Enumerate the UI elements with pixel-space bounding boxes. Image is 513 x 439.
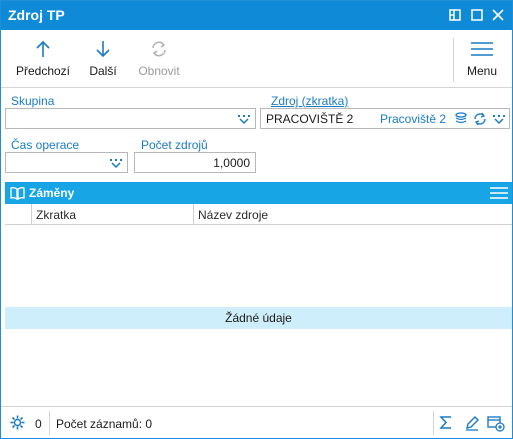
row-indicator-header bbox=[5, 204, 32, 225]
source-count-label: Počet zdrojů bbox=[141, 138, 208, 152]
selection-gear-icon[interactable] bbox=[10, 415, 25, 430]
source-count-value: 1,0000 bbox=[213, 156, 250, 170]
empty-message: Žádné údaje bbox=[5, 307, 512, 329]
source-name[interactable]: Pracoviště 2 bbox=[380, 112, 446, 126]
dropdown-icon[interactable] bbox=[492, 112, 506, 126]
toolbar-divider bbox=[453, 38, 454, 82]
previous-button[interactable]: Předchozí bbox=[13, 38, 73, 84]
edit-pencil-icon[interactable] bbox=[464, 415, 480, 431]
close-icon[interactable] bbox=[489, 6, 507, 24]
window-title: Zdroj TP bbox=[8, 7, 65, 23]
restore-icon[interactable] bbox=[446, 6, 464, 24]
column-header-zkratka[interactable]: Zkratka bbox=[32, 204, 194, 225]
grid-body[interactable]: Žádné údaje bbox=[5, 225, 512, 405]
source-label: Zdroj (zkratka) bbox=[271, 94, 349, 108]
grid-header: Zkratka Název zdroje bbox=[5, 204, 512, 225]
swap-icon[interactable] bbox=[473, 112, 487, 126]
menu-label: Menu bbox=[466, 64, 498, 78]
status-bar: 0 Počet záznamů: 0 bbox=[1, 406, 512, 438]
selected-count: 0 bbox=[35, 417, 42, 431]
refresh-icon bbox=[152, 41, 166, 57]
maximize-icon[interactable] bbox=[468, 6, 486, 24]
panel-title: Záměny bbox=[29, 186, 75, 200]
operation-time-select[interactable] bbox=[5, 152, 128, 173]
hamburger-menu-icon bbox=[471, 42, 493, 56]
record-count: Počet záznamů: 0 bbox=[56, 417, 153, 431]
window: Zdroj TP Předchozí Další Obnovit Menu Sk… bbox=[0, 0, 513, 439]
panel-header: Záměny bbox=[5, 182, 512, 204]
refresh-button[interactable]: Obnovit bbox=[131, 38, 187, 84]
title-bar: Zdroj TP bbox=[1, 1, 512, 30]
refresh-label: Obnovit bbox=[138, 64, 180, 78]
panel-menu-icon[interactable] bbox=[489, 186, 509, 200]
stack-icon[interactable] bbox=[454, 112, 468, 126]
next-label: Další bbox=[89, 64, 117, 78]
menu-button[interactable]: Menu bbox=[461, 38, 503, 84]
source-count-input[interactable]: 1,0000 bbox=[134, 152, 256, 173]
arrow-down-icon bbox=[96, 41, 110, 58]
group-label: Skupina bbox=[11, 94, 55, 108]
status-divider bbox=[49, 411, 50, 435]
toolbar: Předchozí Další Obnovit Menu bbox=[1, 30, 512, 88]
source-field[interactable]: PRACOVIŠTĚ 2 Pracoviště 2 bbox=[260, 108, 510, 129]
operation-time-label: Čas operace bbox=[11, 138, 80, 152]
source-value: PRACOVIŠTĚ 2 bbox=[266, 112, 354, 126]
next-button[interactable]: Další bbox=[81, 38, 125, 84]
previous-label: Předchozí bbox=[15, 64, 71, 78]
dropdown-icon[interactable] bbox=[237, 112, 251, 126]
book-icon bbox=[10, 187, 25, 200]
sum-icon[interactable] bbox=[439, 415, 453, 430]
group-select[interactable] bbox=[5, 108, 256, 129]
arrow-up-icon bbox=[36, 40, 50, 57]
column-header-nazev-zdroje[interactable]: Název zdroje bbox=[194, 204, 512, 225]
new-window-icon[interactable] bbox=[487, 414, 505, 432]
dropdown-icon[interactable] bbox=[109, 156, 123, 170]
status-divider bbox=[433, 411, 434, 435]
